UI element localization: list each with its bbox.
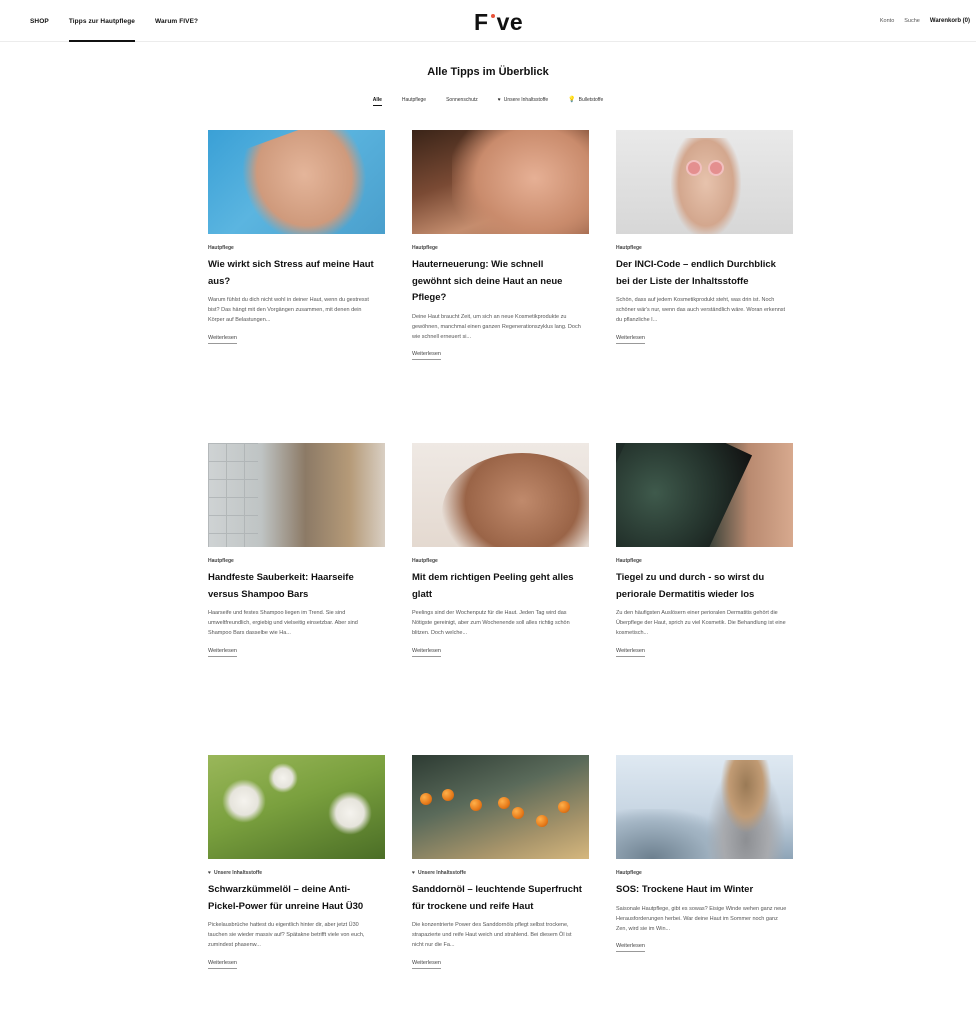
article-category: Hautpflege: [208, 245, 234, 251]
lightbulb-icon: 💡: [568, 97, 576, 103]
article-card[interactable]: Hautpflege Tiegel zu und durch - so wirs…: [616, 443, 793, 657]
read-more-link[interactable]: Weiterlesen: [208, 335, 237, 344]
heart-icon: ♥: [208, 870, 211, 876]
cart-link[interactable]: Warenkorb (0): [930, 18, 970, 24]
article-excerpt: Haarseife und festes Shampoo liegen im T…: [208, 610, 358, 637]
heart-icon: ♥: [497, 96, 501, 103]
article-title[interactable]: Handfeste Sauberkeit: Haarseife versus S…: [208, 570, 385, 603]
page-title: Alle Tipps im Überblick: [427, 66, 549, 78]
article-title[interactable]: Der INCI-Code – endlich Durchblick bei d…: [616, 257, 793, 290]
nav-skincare-tips[interactable]: Tipps zur Hautpflege: [68, 0, 136, 42]
article-category: Hautpflege: [208, 558, 234, 564]
article-category: Hautpflege: [412, 558, 438, 564]
read-more-link[interactable]: Weiterlesen: [616, 335, 645, 344]
article-excerpt: Peelings sind der Wochenputz für die Hau…: [412, 610, 570, 637]
article-image[interactable]: [208, 755, 385, 859]
utility-nav: Konto Suche Warenkorb (0): [880, 0, 970, 42]
nav-shop[interactable]: SHOP: [30, 0, 49, 42]
article-card[interactable]: Hautpflege Mit dem richtigen Peeling geh…: [412, 443, 589, 657]
article-category: Hautpflege: [616, 870, 642, 876]
article-category: Hautpflege: [412, 245, 438, 251]
filter-skincare[interactable]: Hautpflege: [402, 96, 426, 106]
filter-sun-protection[interactable]: Sonnenschutz: [446, 96, 478, 106]
heart-icon: ♥: [412, 870, 415, 876]
article-title[interactable]: Mit dem richtigen Peeling geht alles gla…: [412, 570, 589, 603]
read-more-link[interactable]: Weiterlesen: [412, 648, 441, 657]
filter-bullet-ingredients[interactable]: 💡 Bulletstoffe: [568, 96, 603, 106]
article-title[interactable]: Hauterneuerung: Wie schnell gewöhnt sich…: [412, 257, 589, 307]
article-image[interactable]: [412, 130, 589, 234]
article-excerpt: Schön, dass auf jedem Kosmetikprodukt st…: [616, 297, 786, 324]
article-excerpt: Zu den häufigsten Auslösern einer perior…: [616, 610, 786, 637]
article-title[interactable]: Sanddornöl – leuchtende Superfrucht für …: [412, 882, 589, 915]
read-more-link[interactable]: Weiterlesen: [208, 960, 237, 969]
article-title[interactable]: Wie wirkt sich Stress auf meine Haut aus…: [208, 257, 385, 290]
filter-all[interactable]: Alle: [372, 96, 383, 106]
article-card[interactable]: ♥ Unsere Inhaltsstoffe Sanddornöl – leuch…: [412, 755, 589, 969]
article-card[interactable]: Hautpflege Handfeste Sauberkeit: Haarsei…: [208, 443, 385, 657]
article-image[interactable]: [412, 755, 589, 859]
article-image[interactable]: [616, 755, 793, 859]
article-title[interactable]: Tiegel zu und durch - so wirst du perior…: [616, 570, 793, 603]
read-more-link[interactable]: Weiterlesen: [412, 960, 441, 969]
article-card[interactable]: Hautpflege Wie wirkt sich Stress auf mei…: [208, 130, 385, 344]
article-image[interactable]: [208, 443, 385, 547]
article-card[interactable]: Hautpflege Der INCI-Code – endlich Durch…: [616, 130, 793, 344]
article-category: ♥ Unsere Inhaltsstoffe: [412, 870, 467, 876]
nav-why-five[interactable]: Warum FIVE?: [155, 0, 198, 42]
article-card[interactable]: ♥ Unsere Inhaltsstoffe Schwarzkümmelöl – …: [208, 755, 385, 969]
search-link[interactable]: Suche: [904, 18, 920, 24]
read-more-link[interactable]: Weiterlesen: [412, 351, 441, 361]
main-nav: SHOP Tipps zur Hautpflege Warum FIVE?: [30, 0, 198, 42]
article-category: ♥ Unsere Inhaltsstoffe: [208, 870, 263, 876]
article-category: Hautpflege: [616, 245, 642, 251]
read-more-link[interactable]: Weiterlesen: [208, 648, 237, 657]
article-title[interactable]: SOS: Trockene Haut im Winter: [616, 882, 793, 899]
article-excerpt: Saisonale Hautpflege, gibt es sowas? Eis…: [616, 905, 787, 932]
five-logo[interactable]: Fve: [474, 9, 523, 36]
article-title[interactable]: Schwarzkümmelöl – deine Anti-Pickel-Powe…: [208, 882, 385, 915]
article-card[interactable]: Hautpflege Hauterneuerung: Wie schnell g…: [412, 130, 589, 361]
article-image[interactable]: [616, 130, 793, 234]
article-excerpt: Pickelausbrüche hattest du eigentlich hi…: [208, 922, 365, 949]
article-image[interactable]: [616, 443, 793, 547]
article-image[interactable]: [208, 130, 385, 234]
account-link[interactable]: Konto: [880, 18, 894, 24]
article-excerpt: Deine Haut braucht Zeit, um sich an neue…: [412, 313, 581, 340]
read-more-link[interactable]: Weiterlesen: [616, 943, 645, 953]
article-image[interactable]: [412, 443, 589, 547]
article-category: Hautpflege: [616, 558, 642, 564]
category-filters: Alle Hautpflege Sonnenschutz ♥ Unsere Inh…: [0, 96, 976, 106]
article-excerpt: Die konzentrierte Power des Sanddornöls …: [412, 922, 572, 949]
article-excerpt: Warum fühlst du dich nicht wohl in deine…: [208, 297, 369, 324]
site-header: SHOP Tipps zur Hautpflege Warum FIVE? Fv…: [0, 0, 976, 42]
read-more-link[interactable]: Weiterlesen: [616, 648, 645, 657]
filter-ingredients[interactable]: ♥ Unsere Inhaltsstoffe: [498, 96, 548, 106]
article-card[interactable]: Hautpflege SOS: Trockene Haut im Winter …: [616, 755, 793, 953]
